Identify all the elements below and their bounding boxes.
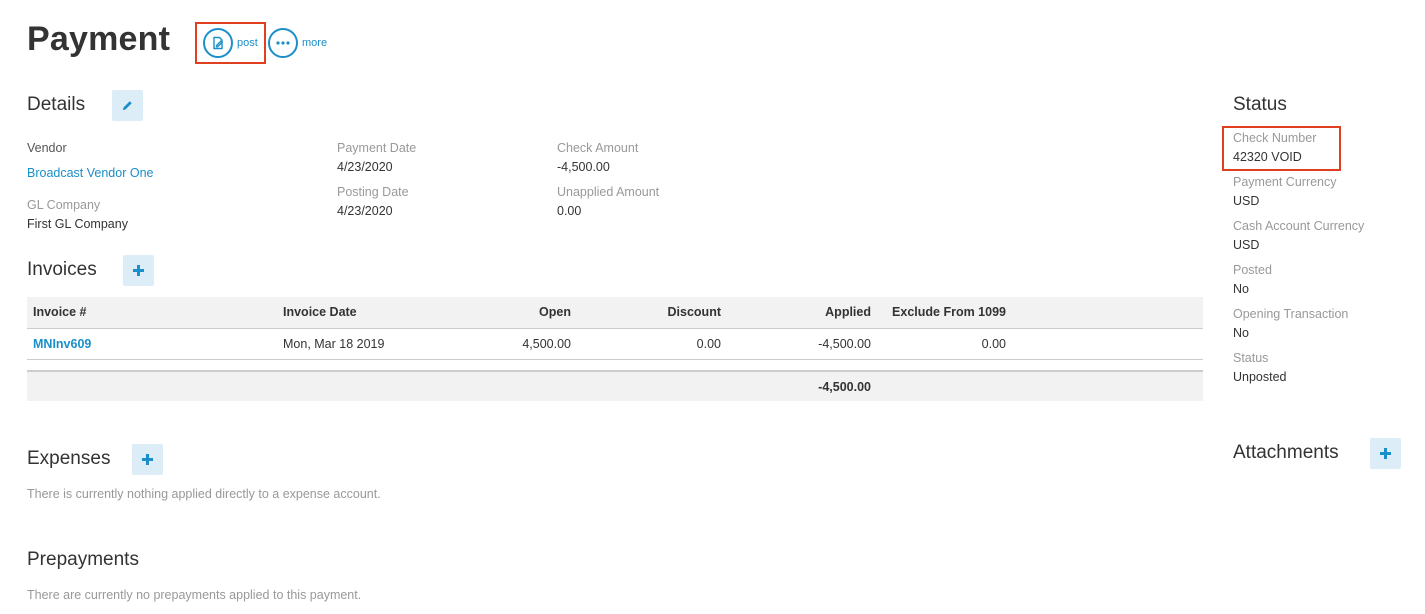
table-row: MNInv609 Mon, Mar 18 2019 4,500.00 0.00 … xyxy=(27,328,1203,360)
gl-company-label: GL Company xyxy=(27,198,101,212)
edit-document-icon xyxy=(203,28,233,58)
edit-details-button[interactable] xyxy=(112,90,143,121)
add-attachment-button[interactable] xyxy=(1370,438,1401,469)
ellipsis-icon xyxy=(268,28,298,58)
page-title: Payment xyxy=(27,20,171,58)
cash-account-currency-label: Cash Account Currency xyxy=(1233,219,1365,233)
invoice-number-cell: MNInv609 xyxy=(27,328,277,360)
column-header-invoice[interactable]: Invoice # xyxy=(27,297,277,329)
cash-account-currency-value: USD xyxy=(1233,238,1260,252)
table-header-row: Invoice # Invoice Date Open Discount App… xyxy=(27,297,1203,329)
add-invoice-button[interactable] xyxy=(123,255,154,286)
table-spacer-row xyxy=(27,359,1203,372)
opening-transaction-value: No xyxy=(1233,326,1249,340)
more-label: more xyxy=(302,37,328,49)
discount-cell: 0.00 xyxy=(577,328,727,360)
prepayments-empty-text: There are currently no prepayments appli… xyxy=(27,588,362,602)
check-number-label: Check Number xyxy=(1233,131,1317,145)
invoices-title: Invoices xyxy=(27,259,97,280)
expenses-empty-text: There is currently nothing applied direc… xyxy=(27,487,381,501)
check-number-value: 42320 VOID xyxy=(1233,150,1302,164)
unapplied-amount-label: Unapplied Amount xyxy=(557,185,660,199)
spacer-cell xyxy=(1012,328,1203,360)
column-header-exclude-1099[interactable]: Exclude From 1099 xyxy=(877,297,1012,329)
more-action[interactable]: more xyxy=(268,28,327,58)
post-label: post xyxy=(237,37,258,49)
total-applied-cell: -4,500.00 xyxy=(727,371,877,401)
posted-value: No xyxy=(1233,282,1249,296)
plus-icon xyxy=(1380,448,1391,459)
status-title: Status xyxy=(1233,94,1287,115)
payment-date-label: Payment Date xyxy=(337,141,417,155)
posting-date-value: 4/23/2020 xyxy=(337,204,393,218)
gl-company-value: First GL Company xyxy=(27,217,128,231)
opening-transaction-label: Opening Transaction xyxy=(1233,307,1349,321)
check-amount-label: Check Amount xyxy=(557,141,639,155)
table-total-row: -4,500.00 xyxy=(27,371,1203,401)
prepayments-title: Prepayments xyxy=(27,549,139,570)
posting-date-label: Posting Date xyxy=(337,185,409,199)
vendor-label: Vendor xyxy=(27,141,67,155)
column-header-invoice-date[interactable]: Invoice Date xyxy=(277,297,427,329)
unapplied-amount-value: 0.00 xyxy=(557,204,582,218)
check-amount-value: -4,500.00 xyxy=(557,160,610,174)
open-cell: 4,500.00 xyxy=(427,328,577,360)
payment-currency-value: USD xyxy=(1233,194,1260,208)
post-action[interactable]: post xyxy=(203,28,258,58)
expenses-title: Expenses xyxy=(27,448,111,469)
vendor-link[interactable]: Broadcast Vendor One xyxy=(27,166,153,180)
status-label: Status xyxy=(1233,351,1269,365)
plus-icon xyxy=(133,265,144,276)
invoice-link[interactable]: MNInv609 xyxy=(33,337,91,351)
add-expense-button[interactable] xyxy=(132,444,163,475)
column-header-spacer xyxy=(1012,297,1203,329)
payment-currency-label: Payment Currency xyxy=(1233,175,1337,189)
invoice-date-cell: Mon, Mar 18 2019 xyxy=(277,328,427,360)
details-title: Details xyxy=(27,94,86,115)
applied-cell: -4,500.00 xyxy=(727,328,877,360)
plus-icon xyxy=(142,454,153,465)
invoices-table: Invoice # Invoice Date Open Discount App… xyxy=(27,297,1203,401)
payment-date-value: 4/23/2020 xyxy=(337,160,393,174)
column-header-applied[interactable]: Applied xyxy=(727,297,877,329)
attachments-title: Attachments xyxy=(1233,442,1339,463)
status-value: Unposted xyxy=(1233,370,1287,384)
pencil-icon xyxy=(122,101,132,111)
exclude-1099-cell: 0.00 xyxy=(877,328,1012,360)
column-header-open[interactable]: Open xyxy=(427,297,577,329)
column-header-discount[interactable]: Discount xyxy=(577,297,727,329)
posted-label: Posted xyxy=(1233,263,1272,277)
